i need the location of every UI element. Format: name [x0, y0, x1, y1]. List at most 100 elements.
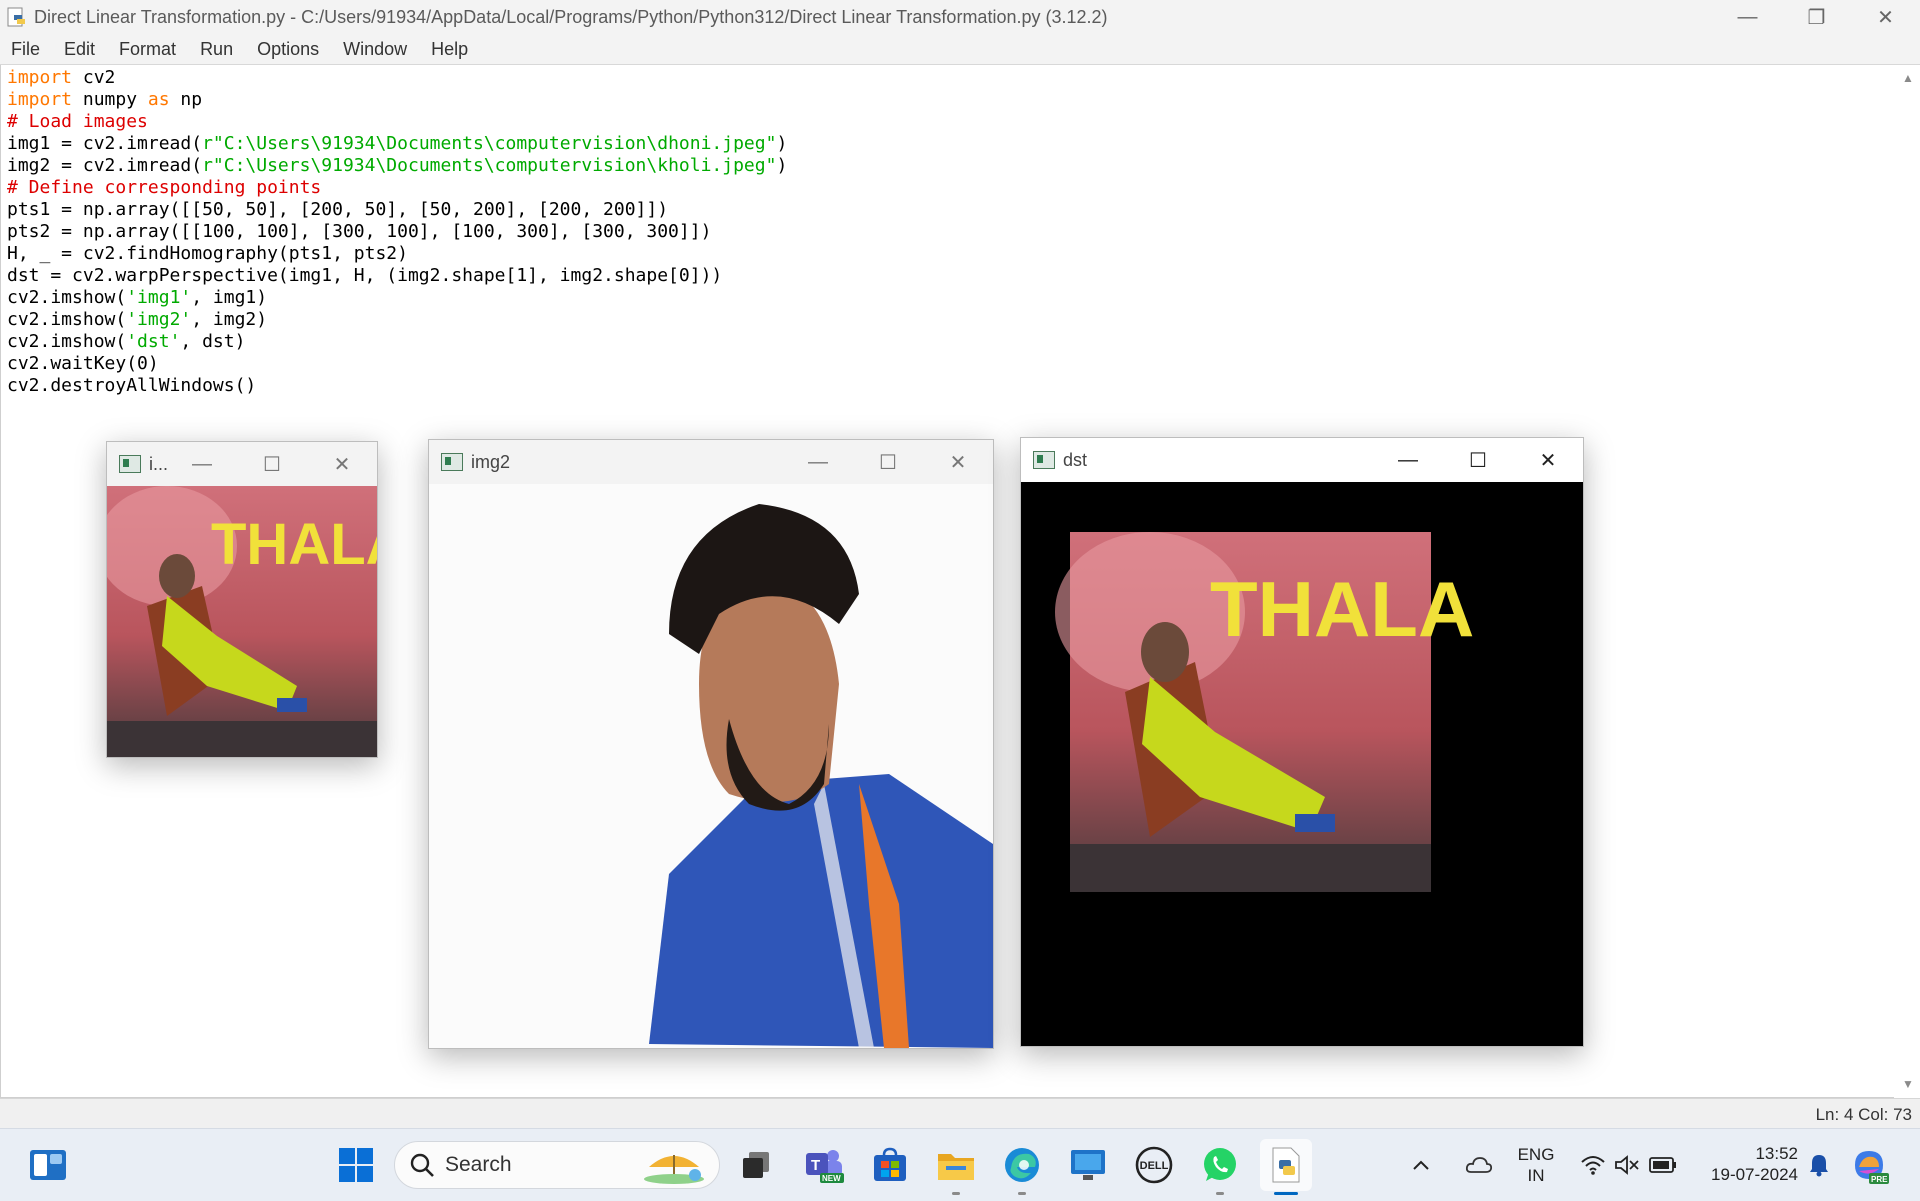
- code-text-segment: numpy: [72, 89, 148, 110]
- cv-window-img1[interactable]: i... — ☐ ✕ THALA: [106, 441, 378, 758]
- code-line[interactable]: cv2.waitKey(0): [7, 353, 787, 375]
- restore-button[interactable]: ❐: [1782, 0, 1851, 34]
- code-text-segment: img2 = cv2.imread(: [7, 155, 203, 176]
- close-button[interactable]: ✕: [307, 442, 377, 486]
- window-title: Direct Linear Transformation.py - C:/Use…: [34, 6, 1108, 27]
- language-code: ENG: [1517, 1145, 1555, 1164]
- copilot-button[interactable]: PRE: [1846, 1139, 1892, 1191]
- scroll-up-arrow-icon[interactable]: ▲: [1902, 71, 1914, 85]
- code-text-segment: dst = cv2.warpPerspective(img1, H, (img2…: [7, 265, 723, 286]
- maximize-button[interactable]: ☐: [237, 442, 307, 486]
- menu-help[interactable]: Help: [420, 39, 481, 60]
- close-button[interactable]: ✕: [923, 440, 993, 484]
- file-explorer-app[interactable]: [930, 1139, 982, 1195]
- clock-date: 19-07-2024: [1711, 1165, 1798, 1184]
- minimize-button[interactable]: —: [783, 440, 853, 484]
- code-line[interactable]: img2 = cv2.imread(r"C:\Users\91934\Docum…: [7, 155, 787, 177]
- code-line[interactable]: pts2 = np.array([[100, 100], [300, 100],…: [7, 221, 787, 243]
- running-indicator: [952, 1192, 960, 1195]
- code-text-segment: ): [776, 155, 788, 176]
- scroll-down-arrow-icon[interactable]: ▼: [1902, 1077, 1914, 1091]
- start-button[interactable]: [330, 1139, 382, 1191]
- cv-window-titlebar[interactable]: img2 — ☐ ✕: [429, 440, 993, 484]
- code-keyword: as: [147, 89, 170, 110]
- wifi-icon: [1581, 1156, 1605, 1175]
- chevron-up-icon: [1413, 1160, 1429, 1170]
- code-line[interactable]: cv2.imshow('img1', img1): [7, 287, 787, 309]
- teams-app[interactable]: T NEW: [798, 1139, 850, 1191]
- close-button[interactable]: ✕: [1513, 438, 1583, 482]
- menu-bar: File Edit Format Run Options Window Help: [0, 34, 1920, 65]
- cv-window-titlebar[interactable]: i... — ☐ ✕: [107, 442, 377, 486]
- code-line[interactable]: import numpy as np: [7, 89, 787, 111]
- code-text-segment: cv2.imshow(: [7, 287, 127, 308]
- battery-button[interactable]: [1646, 1139, 1680, 1191]
- widgets-icon: [30, 1150, 66, 1180]
- show-hidden-icons-button[interactable]: [1406, 1139, 1436, 1191]
- code-line[interactable]: H, _ = cv2.findHomography(pts1, pts2): [7, 243, 787, 265]
- task-view-button[interactable]: [730, 1139, 782, 1191]
- bell-icon: [1810, 1155, 1828, 1177]
- img1-image: THALA: [107, 486, 377, 757]
- code-string: r"C:\Users\91934\Documents\computervisio…: [202, 155, 777, 176]
- teams-icon: T NEW: [806, 1150, 844, 1183]
- clock[interactable]: 13:52 19-07-2024: [1688, 1143, 1798, 1185]
- onedrive-button[interactable]: [1462, 1139, 1496, 1191]
- notifications-button[interactable]: [1804, 1139, 1834, 1191]
- dell-app[interactable]: DELL: [1128, 1139, 1180, 1191]
- widgets-button[interactable]: [22, 1139, 74, 1191]
- microsoft-store-app[interactable]: [864, 1139, 916, 1191]
- code-text-segment: , img1): [191, 287, 268, 308]
- cv-window-img2[interactable]: img2 — ☐ ✕: [428, 439, 994, 1049]
- volume-muted-icon: [1615, 1155, 1639, 1175]
- menu-options[interactable]: Options: [246, 39, 332, 60]
- taskbar-search[interactable]: Search: [394, 1141, 720, 1189]
- taskbar: Search T NEW DELL ENG IN 13:52 19-07-202…: [0, 1128, 1920, 1201]
- edge-browser-app[interactable]: [996, 1139, 1048, 1195]
- opencv-window-icon: [1033, 451, 1055, 469]
- volume-button[interactable]: [1612, 1139, 1642, 1191]
- code-text[interactable]: import cv2 import numpy as np # Load image…: [7, 67, 787, 397]
- maximize-button[interactable]: ☐: [1443, 438, 1513, 482]
- remote-app[interactable]: [1062, 1139, 1114, 1191]
- code-text-segment: np: [169, 89, 203, 110]
- whatsapp-app[interactable]: [1194, 1139, 1246, 1195]
- code-comment: # Load images: [7, 111, 148, 132]
- monitor-icon: [1071, 1150, 1105, 1180]
- menu-format[interactable]: Format: [108, 39, 189, 60]
- code-line[interactable]: # Load images: [7, 111, 787, 133]
- menu-window[interactable]: Window: [332, 39, 420, 60]
- code-text-segment: , img2): [191, 309, 268, 330]
- code-line[interactable]: import cv2: [7, 67, 787, 89]
- folder-icon: [938, 1154, 974, 1180]
- vertical-scrollbar[interactable]: ▲ ▼: [1894, 65, 1920, 1097]
- img2-image: [429, 484, 993, 1048]
- maximize-button[interactable]: ☐: [853, 440, 923, 484]
- code-line[interactable]: dst = cv2.warpPerspective(img1, H, (img2…: [7, 265, 787, 287]
- close-button[interactable]: ✕: [1851, 0, 1920, 34]
- code-line[interactable]: # Define corresponding points: [7, 177, 787, 199]
- cv-window-titlebar[interactable]: dst — ☐ ✕: [1021, 438, 1583, 482]
- running-indicator: [1018, 1192, 1026, 1195]
- code-text-segment: cv2.waitKey(0): [7, 353, 159, 374]
- language-indicator[interactable]: ENG IN: [1510, 1144, 1562, 1186]
- wifi-button[interactable]: [1578, 1139, 1608, 1191]
- cv-window-dst[interactable]: dst — ☐ ✕ THALA: [1020, 437, 1584, 1047]
- dst-image: THALA: [1021, 482, 1583, 1046]
- code-line[interactable]: cv2.destroyAllWindows(): [7, 375, 787, 397]
- code-line[interactable]: img1 = cv2.imread(r"C:\Users\91934\Docum…: [7, 133, 787, 155]
- menu-edit[interactable]: Edit: [53, 39, 108, 60]
- menu-file[interactable]: File: [0, 39, 53, 60]
- poster-title: THALA: [1210, 565, 1474, 653]
- minimize-button[interactable]: —: [1713, 0, 1782, 34]
- cloud-icon: [1465, 1157, 1493, 1173]
- copilot-icon: PRE: [1855, 1151, 1889, 1184]
- code-line[interactable]: cv2.imshow('dst', dst): [7, 331, 787, 353]
- minimize-button[interactable]: —: [1373, 438, 1443, 482]
- code-line[interactable]: pts1 = np.array([[50, 50], [200, 50], [5…: [7, 199, 787, 221]
- menu-run[interactable]: Run: [189, 39, 246, 60]
- idle-python-app[interactable]: [1260, 1139, 1312, 1195]
- code-line[interactable]: cv2.imshow('img2', img2): [7, 309, 787, 331]
- code-text-segment: cv2.imshow(: [7, 309, 127, 330]
- minimize-button[interactable]: —: [167, 442, 237, 486]
